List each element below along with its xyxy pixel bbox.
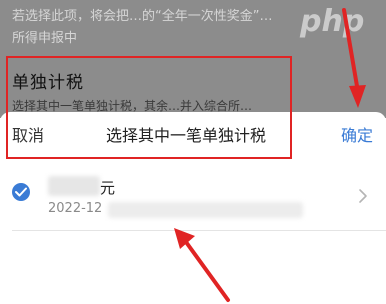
details-redacted [108,202,303,218]
bonus-option-row[interactable]: 元 2022-12 [0,168,386,228]
watermark: php [300,4,365,39]
chevron-right-icon [359,189,367,203]
background-page: 若选择此项，将会把…的“全年一次性奖金”… 所得申报中 单独计税 选择其中一笔单… [0,0,386,118]
checkmark-icon[interactable] [12,183,30,201]
row-divider [12,230,386,231]
bottom-sheet: 取消 选择其中一笔单独计税 确定 元 2022-12 [0,112,386,304]
amount-unit: 元 [100,179,116,197]
background-note: 若选择此项，将会把…的“全年一次性奖金”… 所得申报中 [12,6,332,50]
background-note-line1: 若选择此项，将会把…的“全年一次性奖金”… [12,9,273,24]
cancel-button[interactable]: 取消 [12,122,44,146]
sheet-header: 取消 选择其中一笔单独计税 确定 [0,112,386,154]
background-heading: 单独计税 [12,73,84,93]
confirm-button[interactable]: 确定 [341,122,373,146]
sheet-title: 选择其中一笔单独计税 [106,126,267,145]
amount-redacted [48,176,100,196]
option-date: 2022-12 [48,201,103,216]
background-note-line2: 所得申报中 [12,31,78,46]
